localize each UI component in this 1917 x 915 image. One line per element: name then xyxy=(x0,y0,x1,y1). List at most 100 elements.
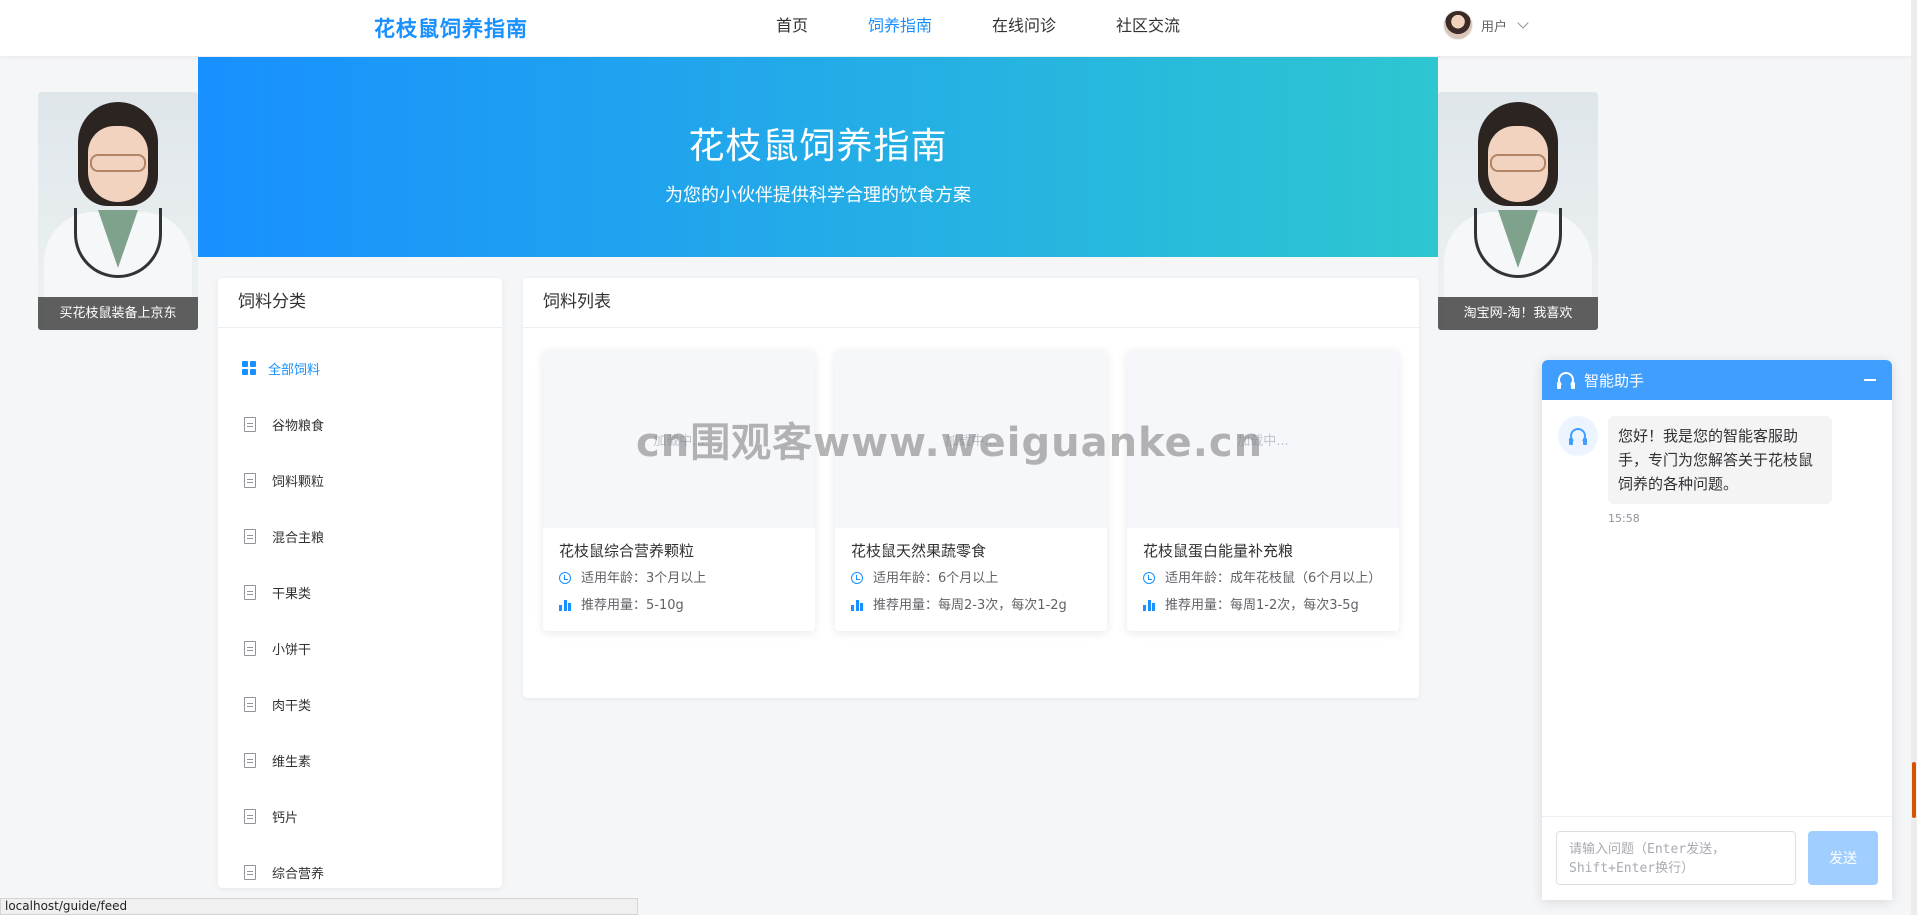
user-menu[interactable]: 用户 xyxy=(1443,9,1529,41)
doctor-illustration xyxy=(38,92,198,330)
bar-chart-icon xyxy=(559,600,571,611)
category-item-biscuits[interactable]: 小饼干 xyxy=(218,620,502,676)
category-item-label: 小饼干 xyxy=(272,642,312,658)
document-icon xyxy=(244,696,256,712)
feed-age-label: 适用年龄： xyxy=(1165,571,1231,586)
document-icon xyxy=(244,640,256,656)
grid-icon xyxy=(242,361,256,375)
category-item-calcium[interactable]: 钙片 xyxy=(218,788,502,844)
feed-card[interactable]: 加载中... 花枝鼠天然果蔬零食 适用年龄：6个月以上 推荐用量：每周2-3次，… xyxy=(835,350,1107,631)
feed-dose-value: 5-10g xyxy=(646,598,684,613)
headset-icon xyxy=(1557,372,1575,389)
clock-icon xyxy=(851,572,863,584)
feed-dose-label: 推荐用量： xyxy=(873,598,939,613)
category-item-label: 维生素 xyxy=(272,754,312,770)
feed-dose-value: 每周1-2次，每次3-5g xyxy=(1230,598,1359,613)
feed-age-value: 3个月以上 xyxy=(646,571,707,586)
feed-age-value: 成年花枝鼠（6个月以上） xyxy=(1230,571,1382,586)
nav-online-consult-label: 在线问诊 xyxy=(992,16,1057,35)
category-item-jerky[interactable]: 肉干类 xyxy=(218,676,502,732)
chat-input-bar: 发送 xyxy=(1542,816,1892,900)
feed-name: 花枝鼠天然果蔬零食 xyxy=(851,542,987,560)
chat-assistant-widget: 智能助手 您好！我是您的智能客服助手，专门为您解答关于花枝鼠饲养的各种问题。 1… xyxy=(1542,360,1892,900)
feed-age-label: 适用年龄： xyxy=(581,571,647,586)
category-item-pellets[interactable]: 饲料颗粒 xyxy=(218,452,502,508)
feed-age-row: 适用年龄：6个月以上 xyxy=(851,569,1091,588)
feed-dose-value: 每周2-3次，每次1-2g xyxy=(938,598,1067,613)
chat-header: 智能助手 xyxy=(1542,360,1892,400)
clock-icon xyxy=(1143,572,1155,584)
right-ad-banner[interactable]: 淘宝网-淘！我喜欢 xyxy=(1438,92,1598,330)
nav-community-label: 社区交流 xyxy=(1116,16,1181,35)
clock-icon xyxy=(559,572,571,584)
category-item-label: 干果类 xyxy=(272,586,312,602)
send-button[interactable]: 发送 xyxy=(1808,831,1878,885)
right-ad-caption: 淘宝网-淘！我喜欢 xyxy=(1438,297,1598,330)
feed-name: 花枝鼠蛋白能量补充粮 xyxy=(1143,542,1294,560)
nav-community[interactable]: 社区交流 xyxy=(1116,0,1180,56)
category-item-dried-fruit[interactable]: 干果类 xyxy=(218,564,502,620)
nav-online-consult[interactable]: 在线问诊 xyxy=(992,0,1056,56)
bar-chart-icon xyxy=(851,600,863,611)
minimize-icon[interactable] xyxy=(1864,379,1876,381)
chat-title: 智能助手 xyxy=(1584,371,1645,390)
top-navbar: 花枝鼠饲养指南 首页 饲养指南 在线问诊 社区交流 用户 xyxy=(0,0,1917,56)
user-avatar xyxy=(1443,10,1473,40)
document-icon xyxy=(244,752,256,768)
nav-feeding-guide-label: 饲养指南 xyxy=(868,16,933,35)
document-icon xyxy=(244,416,256,432)
chat-input[interactable] xyxy=(1556,831,1796,885)
hero-banner: 花枝鼠饲养指南 为您的小伙伴提供科学合理的饮食方案 xyxy=(198,57,1438,257)
feed-card[interactable]: 加载中... 花枝鼠蛋白能量补充粮 适用年龄：成年花枝鼠（6个月以上） 推荐用量… xyxy=(1127,350,1399,631)
site-logo[interactable]: 花枝鼠饲养指南 xyxy=(374,13,528,43)
feed-list-panel: 饲料列表 加载中... 花枝鼠综合营养颗粒 适用年龄：3个月以上 推荐用量：5-… xyxy=(523,278,1419,698)
page-scrollbar-thumb[interactable] xyxy=(1912,762,1916,818)
feed-age-row: 适用年龄：成年花枝鼠（6个月以上） xyxy=(1143,569,1383,588)
feed-age-row: 适用年龄：3个月以上 xyxy=(559,569,799,588)
feed-list-title: 饲料列表 xyxy=(523,278,1419,328)
category-list: 全部饲料 谷物粮食 饲料颗粒 混合主粮 干果类 小饼干 肉干类 维生素 钙片 综… xyxy=(218,328,502,900)
feed-dose-row: 推荐用量：5-10g xyxy=(559,596,799,615)
category-item-label: 饲料颗粒 xyxy=(272,474,325,490)
document-icon xyxy=(244,584,256,600)
category-item-label: 混合主粮 xyxy=(272,530,325,546)
doctor-illustration xyxy=(1438,92,1598,330)
banner-subtitle: 为您的小伙伴提供科学合理的饮食方案 xyxy=(665,185,971,206)
category-item-grain[interactable]: 谷物粮食 xyxy=(218,396,502,452)
category-item-vitamins[interactable]: 维生素 xyxy=(218,732,502,788)
user-name: 用户 xyxy=(1481,19,1508,35)
chat-message: 您好！我是您的智能客服助手，专门为您解答关于花枝鼠饲养的各种问题。 xyxy=(1558,416,1832,504)
category-item-all[interactable]: 全部饲料 xyxy=(218,340,502,396)
document-icon xyxy=(244,808,256,824)
document-icon xyxy=(244,472,256,488)
status-bar-url: localhost/guide/feed xyxy=(0,898,638,915)
left-ad-banner[interactable]: 买花枝鼠装备上京东 xyxy=(38,92,198,330)
document-icon xyxy=(244,864,256,880)
feed-dose-label: 推荐用量： xyxy=(581,598,647,613)
category-item-label: 肉干类 xyxy=(272,698,312,714)
feed-dose-label: 推荐用量： xyxy=(1165,598,1231,613)
feed-age-label: 适用年龄： xyxy=(873,571,939,586)
chevron-down-icon xyxy=(1517,17,1529,29)
document-icon xyxy=(244,528,256,544)
category-panel: 饲料分类 全部饲料 谷物粮食 饲料颗粒 混合主粮 干果类 小饼干 肉干类 维生素… xyxy=(218,278,502,888)
feed-card[interactable]: 加载中... 花枝鼠综合营养颗粒 适用年龄：3个月以上 推荐用量：5-10g xyxy=(543,350,815,631)
feed-age-value: 6个月以上 xyxy=(938,571,999,586)
nav-feeding-guide[interactable]: 饲养指南 xyxy=(868,0,932,56)
category-item-label: 全部饲料 xyxy=(268,362,321,378)
category-item-mixed[interactable]: 混合主粮 xyxy=(218,508,502,564)
nav-home-label: 首页 xyxy=(776,16,809,35)
bot-avatar xyxy=(1558,416,1598,456)
bar-chart-icon xyxy=(1143,600,1155,611)
site-watermark: cn围观客www.weiguanke.cn xyxy=(636,420,1264,466)
feed-dose-row: 推荐用量：每周1-2次，每次3-5g xyxy=(1143,596,1383,615)
feed-name: 花枝鼠综合营养颗粒 xyxy=(559,542,695,560)
headset-icon xyxy=(1569,428,1587,445)
feed-dose-row: 推荐用量：每周2-3次，每次1-2g xyxy=(851,596,1091,615)
left-ad-caption: 买花枝鼠装备上京东 xyxy=(38,297,198,330)
category-item-label: 谷物粮食 xyxy=(272,418,325,434)
chat-bubble: 您好！我是您的智能客服助手，专门为您解答关于花枝鼠饲养的各种问题。 xyxy=(1608,416,1832,504)
nav-home[interactable]: 首页 xyxy=(776,0,808,56)
category-item-label: 综合营养 xyxy=(272,866,325,882)
category-item-nutrition[interactable]: 综合营养 xyxy=(218,844,502,900)
